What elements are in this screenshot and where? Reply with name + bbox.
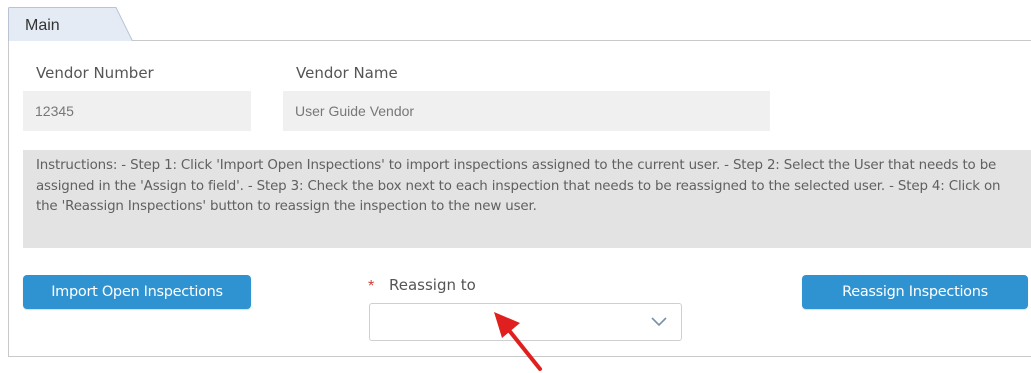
required-marker: * — [368, 278, 375, 295]
vendor-number-field: 12345 — [23, 91, 251, 131]
vendor-name-label: Vendor Name — [296, 64, 398, 82]
vendor-name-field: User Guide Vendor — [283, 91, 770, 131]
reassign-to-label: Reassign to — [389, 276, 476, 294]
import-open-inspections-button[interactable]: Import Open Inspections — [23, 275, 251, 309]
chevron-down-icon[interactable] — [651, 317, 667, 327]
tab-main[interactable]: Main — [8, 7, 133, 41]
vendor-number-label: Vendor Number — [36, 64, 154, 82]
instructions-box: Instructions: - Step 1: Click 'Import Op… — [23, 150, 1031, 248]
reassign-inspections-button[interactable]: Reassign Inspections — [802, 275, 1028, 309]
page: Main Vendor Number 12345 Vendor Name Use… — [0, 0, 1031, 373]
tab-main-label: Main — [25, 17, 60, 34]
red-arrow-icon — [494, 312, 542, 371]
